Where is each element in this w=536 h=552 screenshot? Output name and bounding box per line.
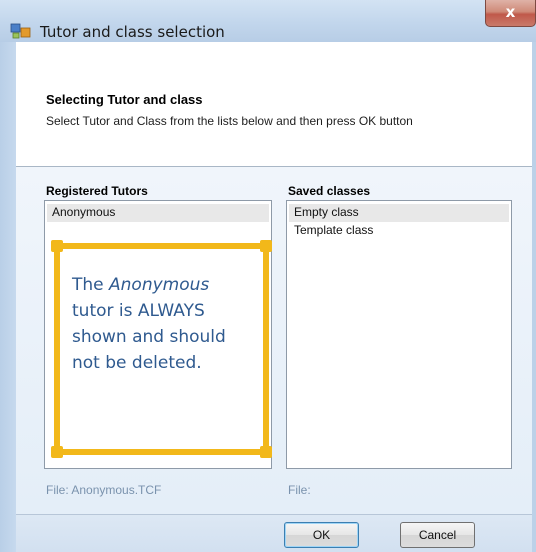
annotation-text: The Anonymous tutor is ALWAYS shown and …: [72, 272, 252, 376]
class-item-template[interactable]: Template class: [289, 222, 509, 240]
annotation-suffix: tutor is ALWAYS shown and should not be …: [72, 301, 226, 373]
header-description: Select Tutor and Class from the lists be…: [46, 114, 413, 128]
header-title: Selecting Tutor and class: [46, 92, 203, 107]
tutor-file-label: File: Anonymous.TCF: [46, 483, 162, 497]
class-file-label: File:: [288, 483, 311, 497]
annotation-corner: [260, 446, 272, 458]
annotation-emphasis: Anonymous: [109, 275, 210, 295]
annotation-corner: [51, 240, 63, 252]
window-title: Tutor and class selection: [40, 23, 225, 41]
dialog-window: Tutor and class selection x Selecting Tu…: [0, 0, 536, 552]
classes-listbox[interactable]: Empty class Template class: [286, 200, 512, 469]
annotation-corner: [51, 446, 63, 458]
annotation-prefix: The: [72, 275, 110, 295]
class-item-empty[interactable]: Empty class: [289, 204, 509, 222]
classes-label: Saved classes: [288, 184, 371, 198]
app-icon: [10, 23, 31, 39]
annotation-corner: [260, 240, 272, 252]
cancel-button[interactable]: Cancel: [400, 522, 475, 548]
ok-button[interactable]: OK: [284, 522, 359, 548]
tutors-label: Registered Tutors: [46, 184, 148, 198]
tutor-item-anonymous[interactable]: Anonymous: [47, 204, 269, 222]
window-frame-right: [532, 42, 536, 552]
title-bar[interactable]: Tutor and class selection x: [0, 0, 536, 42]
window-frame-left: [0, 42, 16, 552]
close-icon[interactable]: x: [485, 0, 536, 27]
